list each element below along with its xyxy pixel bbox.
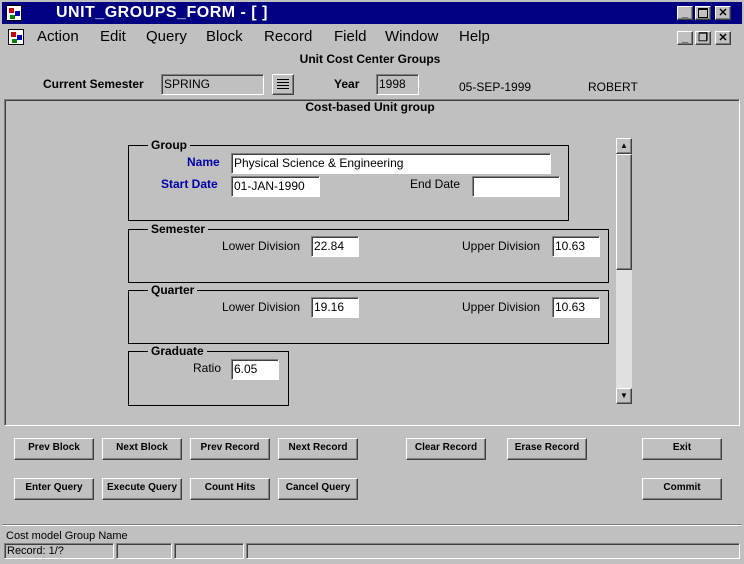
block-title: Cost-based Unit group: [305, 100, 435, 114]
list-icon: [277, 79, 289, 89]
ratio-label: Ratio: [193, 361, 222, 375]
close-icon: ✕: [718, 32, 728, 44]
record-indicator: Record: 1/?: [7, 545, 64, 557]
semester-upper-field[interactable]: 10.63: [552, 236, 600, 257]
list-of-values-button[interactable]: [272, 74, 294, 95]
year-label: Year: [334, 77, 360, 91]
date-display: 05-SEP-1999: [459, 80, 532, 94]
quarter-title: Quarter: [148, 283, 198, 297]
scroll-down-button[interactable]: ▼: [616, 388, 632, 404]
execute-query-button[interactable]: Execute Query: [102, 478, 182, 500]
clear-record-button[interactable]: Clear Record: [406, 438, 486, 460]
semester-upper-label: Upper Division: [462, 239, 541, 253]
semester-lower-field[interactable]: 22.84: [311, 236, 359, 257]
ratio-field[interactable]: 6.05: [231, 359, 279, 380]
menu-record[interactable]: Record: [264, 28, 312, 45]
doc-minimize-button[interactable]: _: [677, 31, 693, 45]
doc-restore-button[interactable]: ❐: [695, 31, 711, 45]
menu-window[interactable]: Window: [385, 28, 438, 45]
menu-action[interactable]: Action: [37, 28, 79, 45]
group-name-field[interactable]: Physical Science & Engineering: [231, 153, 551, 174]
doc-icon[interactable]: [8, 29, 24, 45]
status-cell-3: [174, 543, 244, 559]
graduate-title: Graduate: [148, 344, 207, 358]
semester-frame: [128, 229, 609, 283]
year-field[interactable]: 1998: [376, 74, 419, 95]
quarter-lower-field[interactable]: 19.16: [311, 297, 359, 318]
scroll-up-button[interactable]: ▲: [616, 138, 632, 154]
title-bar[interactable]: UNIT_GROUPS_FORM - [ ] _ ✕: [2, 2, 742, 24]
arrow-up-icon: ▲: [620, 141, 628, 150]
current-semester-label: Current Semester: [43, 77, 144, 91]
erase-record-button[interactable]: Erase Record: [507, 438, 587, 460]
end-date-field[interactable]: [472, 176, 560, 197]
semester-lower-label: Lower Division: [222, 239, 301, 253]
menu-help[interactable]: Help: [459, 28, 490, 45]
status-hint: Cost model Group Name: [6, 530, 128, 542]
menu-query[interactable]: Query: [146, 28, 187, 45]
next-block-button[interactable]: Next Block: [102, 438, 182, 460]
quarter-lower-label: Lower Division: [222, 300, 301, 314]
cancel-query-button[interactable]: Cancel Query: [278, 478, 358, 500]
semester-title: Semester: [148, 222, 209, 236]
current-semester-field[interactable]: SPRING: [161, 74, 264, 95]
next-record-button[interactable]: Next Record: [278, 438, 358, 460]
prev-record-button[interactable]: Prev Record: [190, 438, 270, 460]
close-button[interactable]: ✕: [715, 6, 731, 20]
restore-icon: ❐: [698, 32, 708, 44]
quarter-frame: [128, 290, 609, 344]
enter-query-button[interactable]: Enter Query: [14, 478, 94, 500]
status-record: Record: 1/?: [4, 543, 114, 559]
minimize-button[interactable]: _: [677, 6, 693, 20]
start-date-label: Start Date: [161, 177, 218, 191]
menu-edit[interactable]: Edit: [100, 28, 126, 45]
quarter-upper-label: Upper Division: [462, 300, 541, 314]
menu-block[interactable]: Block: [206, 28, 243, 45]
count-hits-button[interactable]: Count Hits: [190, 478, 270, 500]
vertical-scrollbar[interactable]: ▲ ▼: [616, 138, 632, 404]
app-icon[interactable]: [6, 5, 22, 21]
end-date-label: End Date: [410, 177, 461, 191]
exit-button[interactable]: Exit: [642, 438, 722, 460]
start-date-field[interactable]: 01-JAN-1990: [231, 176, 320, 197]
menu-field[interactable]: Field: [334, 28, 367, 45]
window-title: UNIT_GROUPS_FORM - [ ]: [56, 4, 268, 21]
minimize-icon: _: [681, 32, 689, 44]
maximize-button[interactable]: [695, 6, 711, 20]
status-cell-2: [116, 543, 172, 559]
form-title: Unit Cost Center Groups: [299, 52, 441, 66]
minimize-icon: _: [681, 7, 689, 19]
status-cell-4: [246, 543, 740, 559]
status-divider: [2, 524, 742, 526]
user-display: ROBERT: [588, 80, 638, 94]
name-label: Name: [187, 155, 220, 169]
group-title: Group: [148, 138, 190, 152]
quarter-upper-field[interactable]: 10.63: [552, 297, 600, 318]
commit-button[interactable]: Commit: [642, 478, 722, 500]
arrow-down-icon: ▼: [620, 391, 628, 400]
doc-close-button[interactable]: ✕: [715, 31, 731, 45]
prev-block-button[interactable]: Prev Block: [14, 438, 94, 460]
close-icon: ✕: [718, 7, 728, 19]
scroll-thumb[interactable]: [616, 154, 632, 270]
maximize-icon: [698, 8, 708, 18]
